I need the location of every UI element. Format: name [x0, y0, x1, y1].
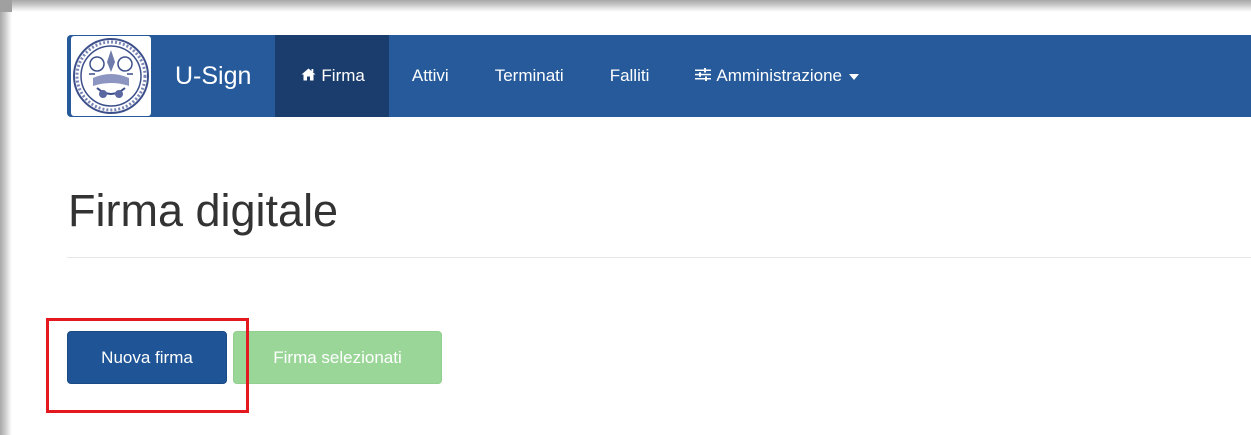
home-icon: [301, 68, 316, 85]
page-title: Firma digitale: [68, 185, 339, 236]
nav-item-label: Firma: [321, 66, 365, 85]
app-window: U-Sign Firma Attivi Terminati Falliti Am…: [0, 0, 1251, 435]
sliders-icon: [695, 67, 712, 85]
nav-item-label: Falliti: [609, 66, 650, 85]
nav-item-attivi[interactable]: Attivi: [389, 35, 472, 117]
nav-item-label: Attivi: [411, 66, 449, 85]
brand-link[interactable]: U-Sign: [155, 35, 275, 117]
nav-item-label: Amministrazione: [716, 66, 843, 85]
window-shadow-top: [0, 0, 1251, 12]
nav-item-terminati[interactable]: Terminati: [472, 35, 587, 117]
window-shadow-corner: [0, 0, 12, 12]
sign-selected-button[interactable]: Firma selezionati: [233, 331, 442, 384]
nav-item-amministrazione-dropdown[interactable]: Amministrazione: [672, 35, 882, 117]
window-shadow-left: [0, 0, 12, 435]
university-seal-logo[interactable]: [67, 35, 155, 117]
nav-item-firma[interactable]: Firma: [275, 35, 389, 117]
seal-icon: [71, 36, 151, 116]
nav-item-label: Terminati: [494, 66, 564, 85]
highlight-annotation-box: [46, 318, 249, 413]
nav-item-falliti[interactable]: Falliti: [587, 35, 673, 117]
top-navbar: U-Sign Firma Attivi Terminati Falliti Am…: [67, 35, 1251, 117]
caret-down-icon: [849, 74, 860, 80]
header-divider: [67, 257, 1251, 258]
